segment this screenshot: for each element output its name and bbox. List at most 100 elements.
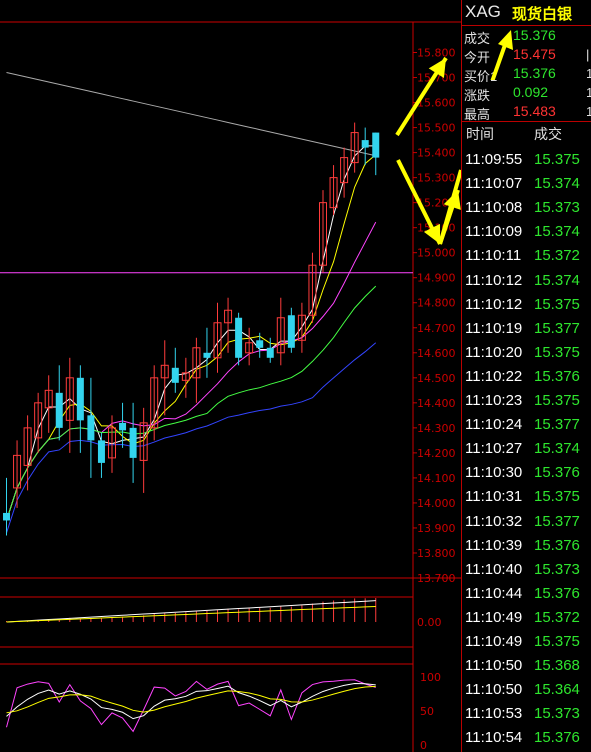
tick-time: 11:10:08 (465, 199, 523, 217)
tick-row: 11:10:09 15.374 (462, 220, 591, 244)
tick-price: 15.374 (534, 440, 580, 458)
quote-value: 15.376 (513, 27, 556, 43)
chart-frame (0, 21, 461, 752)
tick-time: 11:10:49 (465, 633, 523, 650)
tick-row: 11:10:12 15.374 (462, 269, 591, 293)
candle-body-down (235, 317, 243, 358)
macd-panel: 0.00 (6, 598, 442, 629)
macd-tick-label: 0.00 (417, 616, 442, 629)
symbol-name: 现货白银 (512, 5, 573, 23)
tick-row: 11:10:27 15.374 (462, 437, 591, 461)
tick-time: 11:10:32 (465, 512, 523, 530)
kline-chart[interactable]: 15.80015.70015.60015.50015.40015.30015.2… (0, 0, 461, 752)
tick-time: 11:10:40 (465, 560, 523, 578)
tick-price: 15.375 (534, 488, 580, 506)
tick-time: 11:10:50 (465, 681, 523, 699)
quote-edge-text: | (586, 47, 590, 62)
kdj-d-line (6, 685, 376, 714)
tick-row: 11:10:44 15.376 (462, 582, 591, 606)
tick-price: 15.374 (534, 175, 580, 193)
tick-time: 11:10:50 (465, 657, 523, 675)
kdj-tick-label: 0 (420, 739, 427, 752)
candle-body-down (129, 427, 137, 458)
tick-time: 11:10:30 (465, 464, 523, 482)
ma-gray-line (6, 72, 376, 157)
price-axis-labels: 15.80015.70015.60015.50015.40015.30015.2… (417, 47, 456, 585)
quote-value: 0.092 (513, 84, 549, 100)
tick-row: 11:10:54 15.376 (462, 726, 591, 750)
tick-row: 11:10:49 15.375 (462, 630, 591, 654)
tick-time-header: 时间 (466, 127, 494, 143)
candle-body-down (87, 415, 95, 441)
tick-row: 11:10:49 15.372 (462, 606, 591, 630)
tick-row: 11:10:08 15.373 (462, 196, 591, 220)
y-tick-label: 15.400 (417, 147, 456, 160)
kdj-panel: 100 50 0 (6, 671, 441, 752)
tick-time: 11:10:24 (465, 416, 523, 434)
candle-body-down (287, 315, 295, 348)
candle-body-down (372, 132, 380, 158)
candle-body-down (266, 347, 274, 358)
quote-panel: XAG 现货白银 成交 15.376 今开 15.475 | 买价1 15.376 1 涨跌 0.… (461, 0, 591, 752)
tick-price: 15.377 (534, 416, 580, 434)
candle-body-down (361, 140, 369, 148)
kline-chart-area[interactable]: 15.800 15.700 15.600 15.500 15.400 15.300 15.2… (0, 0, 461, 752)
tick-row: 11:10:23 15.375 (462, 389, 591, 413)
quote-edge-text: 1 (586, 104, 591, 119)
y-tick-label: 15.300 (417, 172, 456, 185)
symbol-code: XAG (465, 2, 501, 21)
kdj-tick-label: 100 (420, 671, 441, 684)
ma-white-line (6, 145, 376, 521)
y-tick-label: 14.600 (417, 347, 456, 360)
candle-body-down (3, 512, 10, 521)
macd-dif-line (6, 600, 376, 623)
tick-row: 11:10:20 15.375 (462, 341, 591, 365)
quote-row: 最高 15.483 1 (462, 103, 591, 122)
y-tick-label: 14.500 (417, 372, 456, 385)
y-tick-label: 14.300 (417, 422, 456, 435)
tick-time: 11:10:27 (465, 440, 523, 458)
y-tick-label: 13.800 (417, 547, 456, 560)
tick-row: 11:10:19 15.377 (462, 317, 591, 341)
tick-price: 15.373 (534, 705, 580, 723)
tick-price: 15.372 (534, 608, 580, 626)
tick-time: 11:10:11 (465, 247, 522, 265)
tick-time: 11:10:07 (465, 175, 523, 193)
quote-edge-text: 1 (586, 66, 591, 81)
macd-dea-line (6, 605, 376, 623)
y-tick-label: 15.600 (417, 97, 456, 110)
quote-label: 涨跌 (464, 88, 491, 103)
tick-price: 15.376 (534, 367, 580, 385)
tick-row: 11:10:50 15.368 (462, 654, 591, 678)
tick-time: 11:09:55 (465, 151, 523, 168)
y-tick-label: 15.800 (417, 47, 456, 60)
candle-body-down (256, 340, 264, 348)
y-tick-label: 14.100 (417, 472, 456, 485)
tick-price: 15.364 (534, 681, 580, 699)
moving-average-lines (6, 72, 377, 534)
tick-row: 11:10:50 15.364 (462, 678, 591, 702)
tick-price: 15.376 (534, 536, 580, 554)
tick-time: 11:10:39 (465, 536, 523, 554)
y-tick-label: 14.700 (417, 322, 456, 335)
quote-value: 15.376 (513, 65, 556, 81)
y-tick-label: 14.800 (417, 297, 456, 310)
tick-price: 15.377 (534, 319, 580, 337)
y-tick-label: 13.700 (417, 572, 456, 585)
quote-label: 成交 (464, 31, 491, 46)
y-tick-label: 13.900 (417, 522, 456, 535)
quote-row: 买价1 15.376 1 (462, 65, 591, 84)
tick-row: 11:10:30 15.376 (462, 461, 591, 485)
tick-price: 15.376 (534, 729, 580, 747)
y-tick-label: 15.500 (417, 122, 456, 135)
tick-time: 11:10:44 (465, 584, 523, 602)
tick-row: 11:10:11 15.372 (462, 244, 591, 268)
quote-row: 涨跌 0.092 1 (462, 84, 591, 103)
y-tick-label: 14.900 (417, 272, 456, 285)
quote-header: XAG 现货白银 (462, 0, 591, 26)
tick-row: 11:10:24 15.377 (462, 413, 591, 437)
tick-price: 15.377 (534, 512, 580, 530)
tick-row: 11:09:55 15.375 (462, 148, 591, 172)
tick-price: 15.375 (534, 343, 580, 361)
tick-price: 15.373 (534, 560, 580, 578)
